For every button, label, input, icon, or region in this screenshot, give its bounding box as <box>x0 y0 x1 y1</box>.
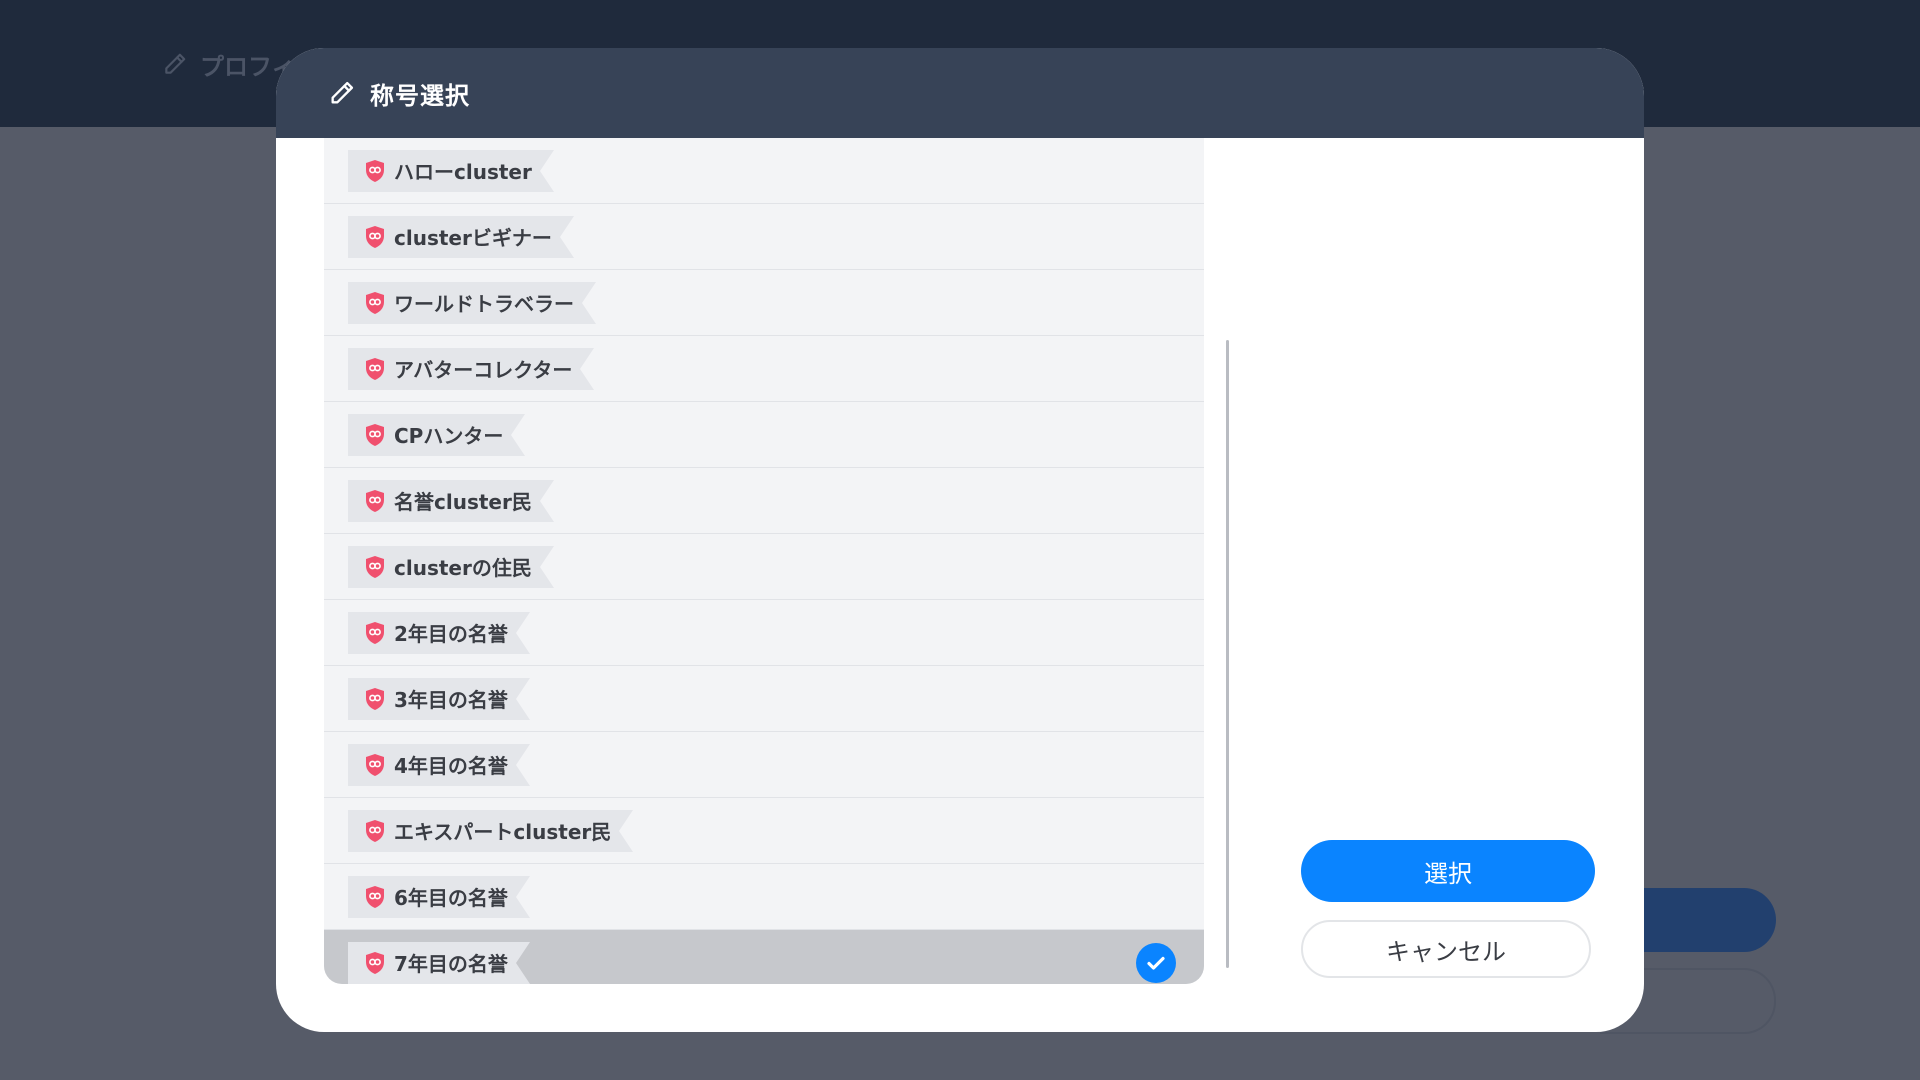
title-tag: アバターコレクター <box>348 347 595 390</box>
title-label: 6年目の名誉 <box>394 886 508 910</box>
shield-badge-icon <box>366 621 384 644</box>
shield-badge-icon <box>366 885 384 908</box>
shield-badge-icon <box>366 555 384 578</box>
title-label: 名誉cluster民 <box>394 490 532 514</box>
shield-badge-icon <box>366 357 384 380</box>
title-tag: 名誉cluster民 <box>348 479 554 522</box>
pencil-icon <box>331 81 354 104</box>
shield-badge-icon <box>366 951 384 974</box>
shield-badge-icon <box>366 423 384 446</box>
title-tag: clusterビギナー <box>348 215 574 258</box>
shield-badge-icon <box>366 225 384 248</box>
title-tag: 4年目の名誉 <box>348 743 530 786</box>
title-tag: 6年目の名誉 <box>348 875 530 918</box>
title-row[interactable]: 6年目の名誉 <box>324 864 1204 930</box>
title-row[interactable]: 名誉cluster民 <box>324 468 1204 534</box>
title-tag: ワールドトラベラー <box>348 281 596 324</box>
title-tag: 3年目の名誉 <box>348 677 530 720</box>
title-list[interactable]: ハローcluster clusterビギナー ワールドトラベラー アバターコレクター C… <box>324 138 1204 984</box>
title-select-dialog: 称号選択 ハローcluster clusterビギナー ワールドトラベラー アバターコ… <box>276 48 1644 1032</box>
title-label: ハローcluster <box>394 160 532 184</box>
checkmark-icon <box>1136 943 1176 983</box>
pencil-icon <box>165 53 186 74</box>
cancel-button[interactable]: キャンセル <box>1301 920 1591 978</box>
title-row[interactable]: CPハンター <box>324 402 1204 468</box>
scrollbar[interactable] <box>1226 340 1229 968</box>
shield-badge-icon <box>366 819 384 842</box>
shield-badge-icon <box>366 159 384 182</box>
title-label: エキスパートcluster民 <box>394 820 612 844</box>
title-row[interactable]: アバターコレクター <box>324 336 1204 402</box>
title-row[interactable]: 7年目の名誉 <box>324 930 1204 984</box>
title-tag: 7年目の名誉 <box>348 941 530 984</box>
title-tag: ハローcluster <box>348 149 554 192</box>
shield-badge-icon <box>366 489 384 512</box>
title-label: CPハンター <box>394 424 504 448</box>
title-label: 2年目の名誉 <box>394 622 508 646</box>
title-label: clusterの住民 <box>394 556 532 580</box>
select-button[interactable]: 選択 <box>1301 840 1595 902</box>
title-row[interactable]: ワールドトラベラー <box>324 270 1204 336</box>
title-row[interactable]: 2年目の名誉 <box>324 600 1204 666</box>
title-tag: エキスパートcluster民 <box>348 809 634 852</box>
title-label: 7年目の名誉 <box>394 952 508 976</box>
title-row[interactable]: ハローcluster <box>324 138 1204 204</box>
title-tag: CPハンター <box>348 413 526 456</box>
title-row[interactable]: clusterビギナー <box>324 204 1204 270</box>
title-label: clusterビギナー <box>394 226 552 250</box>
shield-badge-icon <box>366 291 384 314</box>
dialog-title: 称号選択 <box>370 81 470 110</box>
title-tag: clusterの住民 <box>348 545 554 588</box>
shield-badge-icon <box>366 753 384 776</box>
shield-badge-icon <box>366 687 384 710</box>
title-label: ワールドトラベラー <box>394 292 574 316</box>
title-label: 4年目の名誉 <box>394 754 508 778</box>
title-tag: 2年目の名誉 <box>348 611 530 654</box>
dialog-header: 称号選択 <box>276 48 1644 138</box>
title-label: 3年目の名誉 <box>394 688 508 712</box>
title-row[interactable]: エキスパートcluster民 <box>324 798 1204 864</box>
title-label: アバターコレクター <box>394 358 573 382</box>
title-row[interactable]: 4年目の名誉 <box>324 732 1204 798</box>
title-row[interactable]: 3年目の名誉 <box>324 666 1204 732</box>
title-row[interactable]: clusterの住民 <box>324 534 1204 600</box>
